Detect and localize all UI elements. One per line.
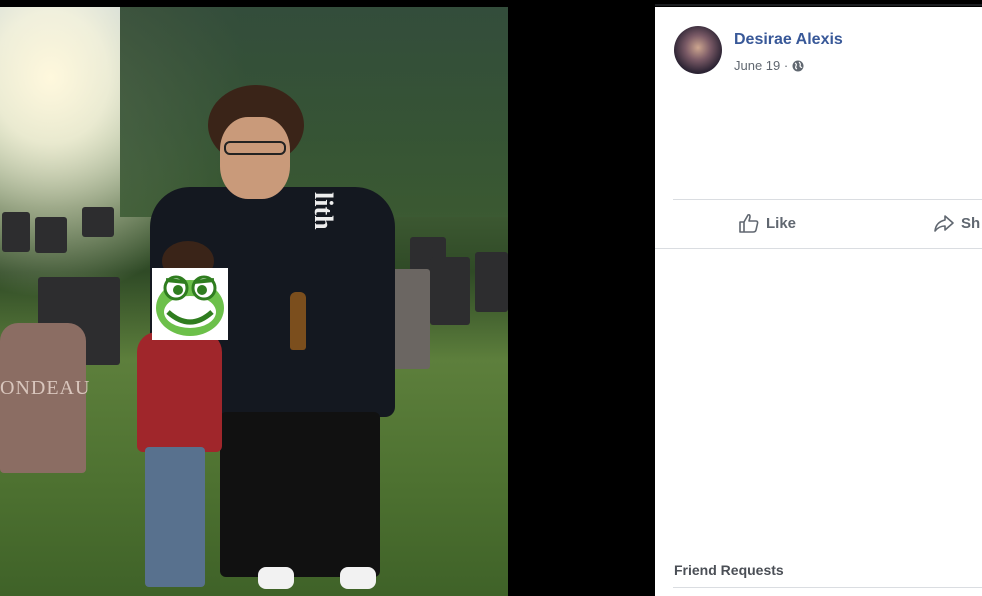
thumbs-up-icon: [739, 213, 759, 233]
glasses: [224, 141, 286, 155]
like-button[interactable]: Like: [738, 213, 796, 233]
avatar[interactable]: [674, 26, 722, 74]
divider: [655, 248, 982, 249]
divider: [673, 587, 982, 588]
divider: [673, 199, 982, 200]
face: [220, 117, 290, 199]
gravestone: [475, 252, 508, 312]
share-label: Sh: [961, 214, 981, 232]
share-arrow-icon: [934, 215, 954, 232]
child-shirt: [137, 332, 222, 452]
frog-sticker-icon: [152, 268, 228, 340]
photo-viewer: ONDEAU lith: [0, 0, 655, 596]
friend-requests-heading[interactable]: Friend Requests: [674, 562, 784, 578]
globe-icon[interactable]: [792, 60, 804, 72]
post-sidebar: Desirae Alexis June 19 · Like Sh Friend …: [655, 7, 982, 596]
hoodie-print: lith: [309, 192, 338, 230]
shoe: [340, 567, 376, 589]
gravestone: [430, 257, 470, 325]
post-photo[interactable]: ONDEAU lith: [0, 7, 508, 596]
gravestone: [2, 212, 30, 252]
post-meta: June 19 ·: [734, 58, 804, 73]
share-button[interactable]: Sh: [933, 213, 980, 233]
pants: [220, 412, 380, 577]
author-name-link[interactable]: Desirae Alexis: [734, 31, 843, 49]
gravestone: [35, 217, 67, 253]
gravestone-engraving: ONDEAU: [0, 377, 91, 399]
post-date[interactable]: June 19 ·: [734, 58, 788, 73]
shoe: [258, 567, 294, 589]
like-label: Like: [766, 214, 797, 232]
sidebar-top-border: [655, 4, 982, 6]
child-jeans: [145, 447, 205, 587]
gravestone: [82, 207, 114, 237]
bottle: [290, 292, 306, 350]
